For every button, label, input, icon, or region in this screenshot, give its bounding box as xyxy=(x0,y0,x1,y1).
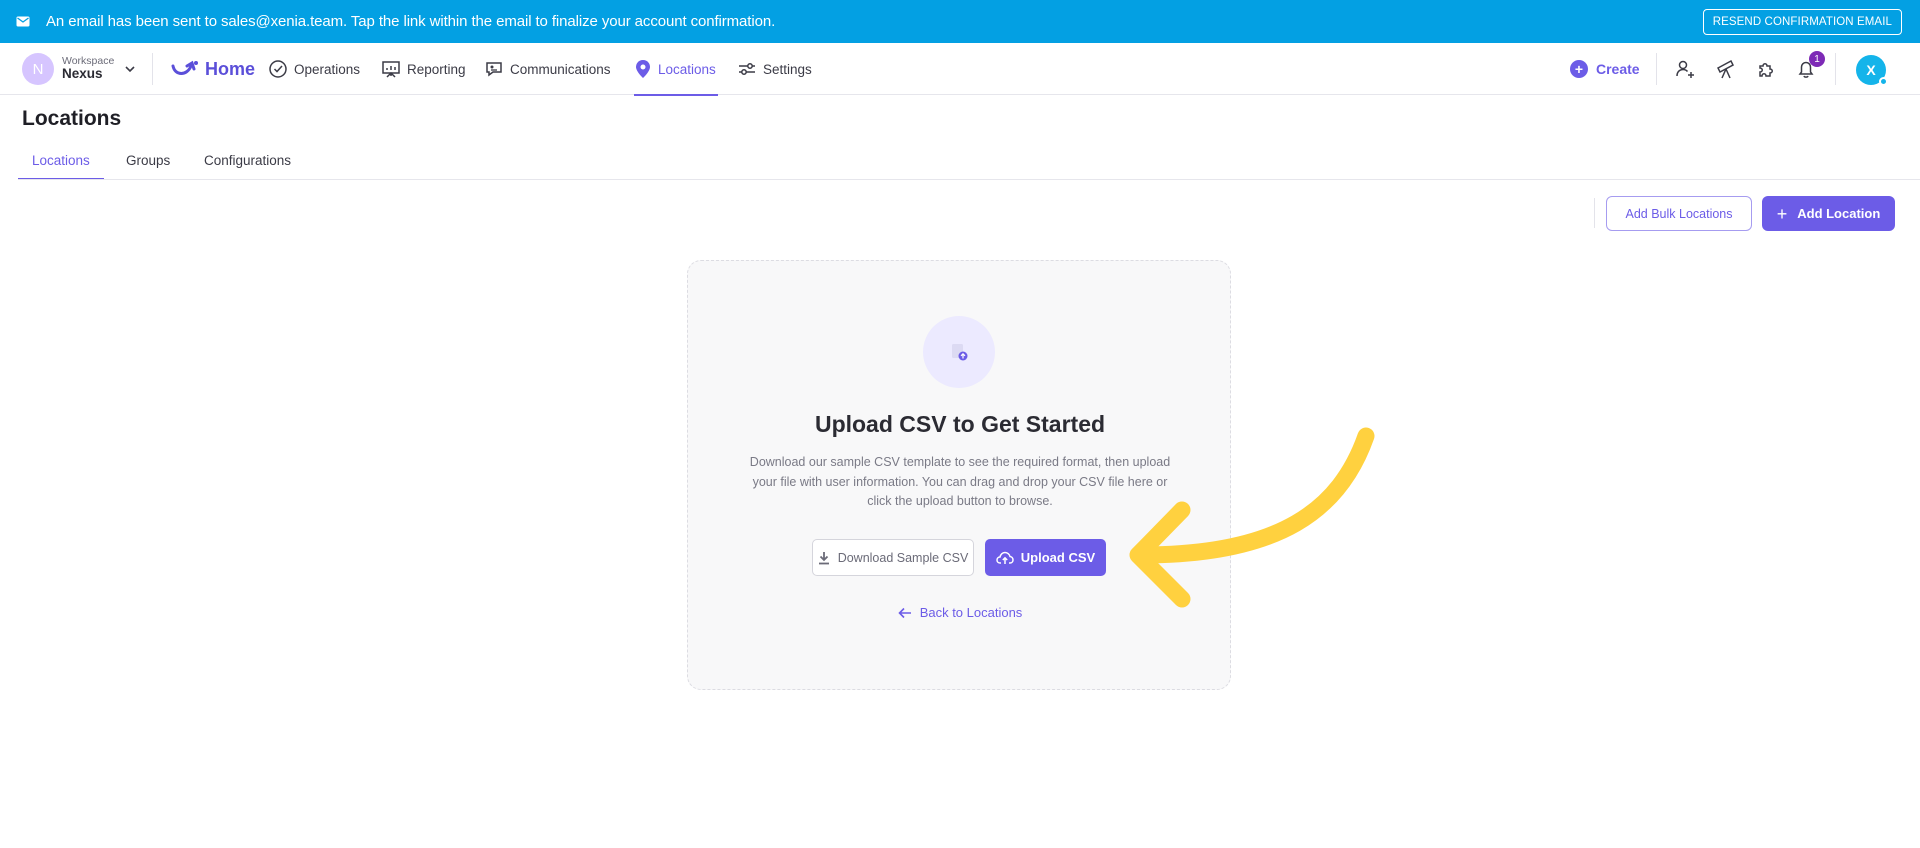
notification-badge: 1 xyxy=(1809,51,1825,67)
map-pin-icon xyxy=(636,60,650,78)
plus-icon: + xyxy=(1776,203,1788,224)
nav-locations-label: Locations xyxy=(658,61,716,77)
file-upload-icon xyxy=(923,316,995,388)
back-to-locations-label: Back to Locations xyxy=(919,605,1023,620)
puzzle-icon[interactable] xyxy=(1754,57,1778,81)
add-location-label: Add Location xyxy=(1797,206,1881,221)
divider xyxy=(152,53,153,85)
download-sample-csv-label: Download Sample CSV xyxy=(837,550,969,565)
mail-icon xyxy=(16,16,30,27)
check-circle-icon xyxy=(269,60,287,78)
download-icon xyxy=(818,551,829,564)
add-location-button[interactable]: + Add Location xyxy=(1762,196,1895,231)
divider xyxy=(1594,198,1595,228)
user-avatar[interactable]: X xyxy=(1856,55,1888,86)
add-user-icon[interactable] xyxy=(1673,57,1697,81)
chat-icon xyxy=(486,62,502,77)
nav-locations[interactable]: Locations xyxy=(634,43,718,96)
nav-reporting-label: Reporting xyxy=(407,61,466,77)
tab-configurations[interactable]: Configurations xyxy=(190,140,305,180)
cloud-upload-icon xyxy=(996,551,1014,564)
bell-icon[interactable]: 1 xyxy=(1794,51,1825,81)
presentation-chart-icon xyxy=(382,61,400,78)
download-sample-csv-button[interactable]: Download Sample CSV xyxy=(812,539,974,576)
nav-home[interactable]: Home xyxy=(171,43,255,95)
nav-settings-label: Settings xyxy=(763,61,812,77)
upload-csv-label: Upload CSV xyxy=(1020,550,1096,565)
create-button[interactable]: + Create xyxy=(1570,43,1640,95)
divider xyxy=(1835,53,1836,85)
annotation-arrow-icon xyxy=(1129,427,1375,608)
tab-groups[interactable]: Groups xyxy=(112,140,184,180)
resend-confirmation-button[interactable]: RESEND CONFIRMATION EMAIL xyxy=(1702,9,1902,35)
sliders-icon xyxy=(739,63,755,75)
divider xyxy=(1656,53,1657,85)
home-logo-icon xyxy=(171,60,198,75)
add-bulk-locations-button[interactable]: Add Bulk Locations xyxy=(1606,196,1752,231)
chevron-down-icon xyxy=(124,63,136,75)
create-label: Create xyxy=(1596,61,1640,77)
workspace-name: Nexus xyxy=(62,66,103,82)
arrow-left-icon xyxy=(898,607,911,618)
top-navigation: N Workspace Nexus Home Operations Report… xyxy=(0,43,1920,96)
workspace-avatar: N xyxy=(22,53,54,85)
nav-reporting[interactable]: Reporting xyxy=(381,43,466,95)
tab-locations[interactable]: Locations xyxy=(18,140,104,180)
telescope-icon[interactable] xyxy=(1714,57,1738,81)
upload-csv-button[interactable]: Upload CSV xyxy=(985,539,1106,576)
nav-operations[interactable]: Operations xyxy=(268,43,360,95)
online-status-dot xyxy=(1879,77,1888,86)
plus-circle-icon: + xyxy=(1570,60,1588,78)
banner-message: An email has been sent to sales@xenia.te… xyxy=(46,13,776,30)
nav-communications[interactable]: Communications xyxy=(484,43,611,95)
upload-description: Download our sample CSV template to see … xyxy=(749,455,1171,508)
nav-communications-label: Communications xyxy=(510,61,611,77)
nav-operations-label: Operations xyxy=(294,61,361,77)
user-initial: X xyxy=(1866,62,1876,78)
nav-home-label: Home xyxy=(205,58,256,79)
tabs-divider xyxy=(18,179,1920,180)
nav-settings[interactable]: Settings xyxy=(737,43,812,95)
workspace-switcher[interactable]: N Workspace Nexus xyxy=(22,51,136,87)
confirmation-banner: An email has been sent to sales@xenia.te… xyxy=(0,0,1920,43)
page-title: Locations xyxy=(22,107,122,130)
